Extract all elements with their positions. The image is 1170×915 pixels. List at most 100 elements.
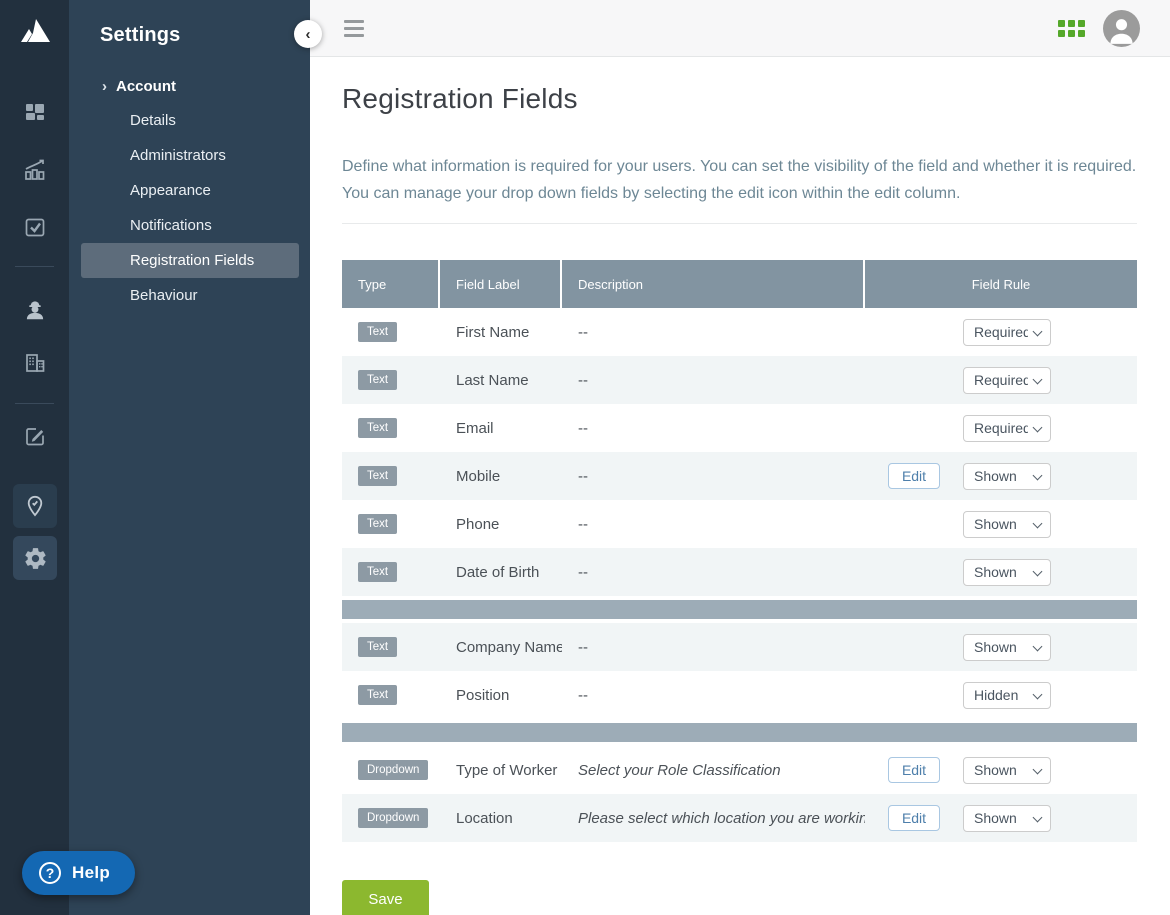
apps-grid-icon[interactable]	[1058, 20, 1085, 37]
gear-icon	[23, 546, 48, 571]
field-rule-select-wrap: Shown	[963, 805, 1051, 832]
field-rule-select-wrap: Required	[963, 367, 1051, 394]
sidebar-section-account[interactable]: › Account	[102, 78, 310, 95]
sidebar-item-notifications[interactable]: Notifications	[69, 208, 310, 243]
sidebar-menu: DetailsAdministratorsAppearanceNotificat…	[69, 103, 310, 313]
field-label: Date of Birth	[440, 564, 562, 581]
table-row: Dropdown Type of Worker Select your Role…	[342, 746, 1137, 794]
topbar	[310, 0, 1170, 57]
field-description: --	[562, 564, 865, 581]
field-label: Position	[440, 687, 562, 704]
field-rule-select-wrap: Hidden	[963, 682, 1051, 709]
field-description: --	[562, 639, 865, 656]
table-header: Type Field Label Description Field Rule	[342, 260, 1137, 308]
field-rule-select[interactable]: Required	[963, 319, 1051, 346]
mountain-logo-icon	[13, 10, 57, 54]
table-row: Text Last Name -- Required	[342, 356, 1137, 404]
analytics-nav[interactable]	[0, 148, 69, 192]
field-rule-select[interactable]: Hidden	[963, 682, 1051, 709]
question-mark-icon: ?	[39, 862, 61, 884]
sidebar-item-registration-fields[interactable]: Registration Fields	[81, 243, 299, 278]
person-icon	[1103, 10, 1140, 47]
page-description: Define what information is required for …	[342, 153, 1137, 207]
locations-nav[interactable]	[13, 484, 57, 528]
section-separator	[342, 719, 1137, 746]
help-button[interactable]: ? Help	[22, 851, 135, 895]
field-rule-select-wrap: Shown	[963, 757, 1051, 784]
field-description: --	[562, 324, 865, 341]
table-row: Dropdown Location Please select which lo…	[342, 794, 1137, 842]
type-badge: Text	[358, 562, 397, 582]
field-rule-select[interactable]: Required	[963, 367, 1051, 394]
checkbox-icon	[23, 215, 47, 239]
worker-icon	[22, 297, 48, 323]
field-label: Last Name	[440, 372, 562, 389]
sidebar-item-appearance[interactable]: Appearance	[69, 173, 310, 208]
field-description: --	[562, 468, 865, 485]
edit-button[interactable]: Edit	[888, 463, 940, 489]
field-description: Select your Role Classification	[562, 762, 865, 779]
field-label: Location	[440, 810, 562, 827]
content: Registration Fields Define what informat…	[310, 57, 1170, 915]
settings-nav[interactable]	[13, 536, 57, 580]
sidebar-item-behaviour[interactable]: Behaviour	[69, 278, 310, 313]
field-label: Type of Worker	[440, 762, 562, 779]
type-badge: Text	[358, 370, 397, 390]
dashboard-nav[interactable]	[0, 90, 69, 134]
table-row: Text Company Name -- Shown	[342, 623, 1137, 671]
forms-nav[interactable]	[0, 414, 69, 458]
buildings-icon	[22, 350, 48, 376]
field-description: --	[562, 687, 865, 704]
sidebar-section-label: Account	[116, 78, 176, 95]
field-rule-select[interactable]: Shown	[963, 511, 1051, 538]
field-rule-select-wrap: Shown	[963, 463, 1051, 490]
sidebar-title: Settings	[100, 24, 310, 47]
dashboard-icon	[23, 100, 47, 124]
main-area: Registration Fields Define what informat…	[310, 0, 1170, 915]
table-row: Text First Name -- Required	[342, 308, 1137, 356]
section-divider	[342, 223, 1137, 224]
type-badge: Dropdown	[358, 760, 428, 780]
settings-sidebar: Settings › Account DetailsAdministrators…	[69, 0, 310, 915]
field-rule-select[interactable]: Shown	[963, 805, 1051, 832]
field-label: Phone	[440, 516, 562, 533]
description-line-1: Define what information is required for …	[342, 153, 1137, 180]
edit-button[interactable]: Edit	[888, 757, 940, 783]
field-label: Email	[440, 420, 562, 437]
rail-divider	[15, 266, 54, 267]
registration-fields-table: Type Field Label Description Field Rule …	[342, 260, 1137, 842]
field-label: First Name	[440, 324, 562, 341]
table-row: Text Date of Birth -- Shown	[342, 548, 1137, 596]
save-button[interactable]: Save	[342, 880, 429, 915]
field-rule-select-wrap: Shown	[963, 634, 1051, 661]
sidebar-item-details[interactable]: Details	[69, 103, 310, 138]
hamburger-menu-icon[interactable]	[340, 16, 368, 41]
sidebar-item-administrators[interactable]: Administrators	[69, 138, 310, 173]
field-description: --	[562, 372, 865, 389]
header-description: Description	[562, 260, 865, 308]
company-nav[interactable]	[0, 341, 69, 385]
field-description: --	[562, 516, 865, 533]
type-badge: Text	[358, 685, 397, 705]
type-badge: Text	[358, 322, 397, 342]
field-rule-select[interactable]: Shown	[963, 463, 1051, 490]
table-row: Text Phone -- Shown	[342, 500, 1137, 548]
edit-button[interactable]: Edit	[888, 805, 940, 831]
field-description: --	[562, 420, 865, 437]
field-rule-select[interactable]: Required	[963, 415, 1051, 442]
field-rule-select[interactable]: Shown	[963, 634, 1051, 661]
type-badge: Text	[358, 418, 397, 438]
field-rule-select[interactable]: Shown	[963, 559, 1051, 586]
field-rule-select-wrap: Required	[963, 319, 1051, 346]
workers-nav[interactable]	[0, 288, 69, 332]
field-rule-select[interactable]: Shown	[963, 757, 1051, 784]
table-row: Text Email -- Required	[342, 404, 1137, 452]
compose-icon	[23, 424, 47, 448]
table-row: Text Position -- Hidden	[342, 671, 1137, 719]
user-avatar[interactable]	[1103, 10, 1140, 47]
sidebar-collapse-button[interactable]: ‹	[294, 20, 322, 48]
rail-divider	[15, 403, 54, 404]
tasks-nav[interactable]	[0, 205, 69, 249]
type-badge: Text	[358, 637, 397, 657]
app-logo[interactable]	[0, 10, 69, 54]
